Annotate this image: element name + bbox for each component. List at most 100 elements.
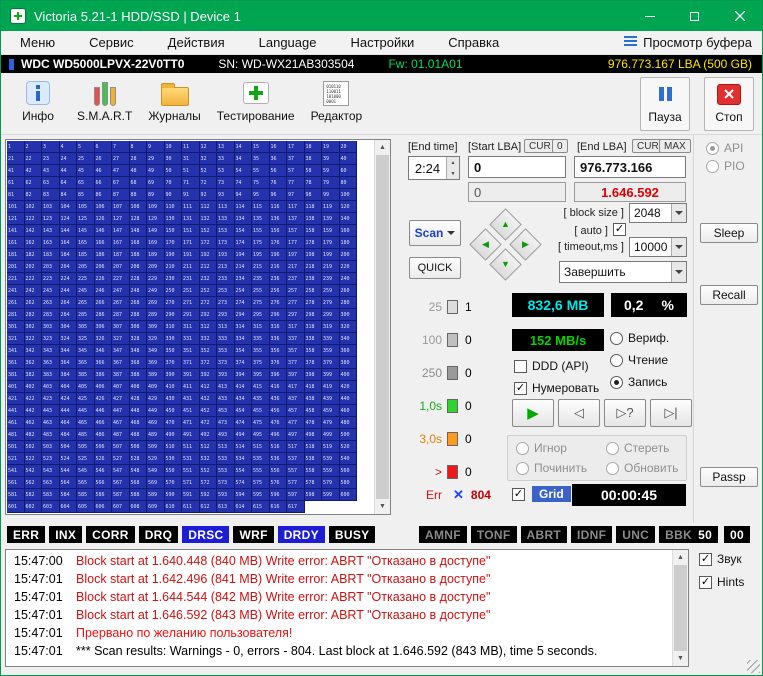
scan-block: 49 <box>147 165 165 177</box>
ignore-radio[interactable]: Игнор <box>516 441 567 455</box>
log-scroll-up-icon[interactable]: ▲ <box>673 550 688 565</box>
repair-radio-circle[interactable] <box>516 462 529 475</box>
timeout-dropdown-icon[interactable] <box>671 238 686 256</box>
info-button[interactable]: Инфо <box>7 77 69 131</box>
journals-button[interactable]: Журналы <box>140 77 208 131</box>
menu-item-5[interactable]: Справка <box>431 31 516 54</box>
recall-button[interactable]: Recall <box>700 285 758 305</box>
hints-checkbox[interactable]: Hints <box>699 575 744 589</box>
start-lba-cur-button[interactable]: CUR <box>524 139 556 153</box>
start-lba-input[interactable]: 0 <box>468 156 566 178</box>
scan-button[interactable]: Scan <box>409 220 461 246</box>
scan-block: 221 <box>7 273 25 285</box>
sleep-button[interactable]: Sleep <box>700 223 758 243</box>
menu-item-0[interactable]: Меню <box>3 31 72 54</box>
scroll-down-icon[interactable]: ▼ <box>375 499 390 514</box>
scroll-up-icon[interactable]: ▲ <box>375 140 390 155</box>
grid-checkbox-box[interactable] <box>512 488 525 501</box>
ddd-api-checkbox[interactable]: DDD (API) <box>514 359 589 373</box>
scan-block: 530 <box>165 453 183 465</box>
read-radio-circle[interactable] <box>610 354 623 367</box>
start-lba-zero-button[interactable]: 0 <box>552 139 568 153</box>
pio-radio[interactable]: PIO <box>706 159 745 173</box>
pause-button[interactable]: Пауза <box>640 77 690 131</box>
scan-block: 603 <box>42 501 60 513</box>
pio-radio-circle[interactable] <box>706 160 719 173</box>
resize-grip[interactable] <box>747 660 760 673</box>
quick-button[interactable]: QUICK <box>409 257 461 279</box>
close-button[interactable] <box>717 1 762 31</box>
scan-block: 302 <box>25 321 43 333</box>
numerate-checkbox[interactable]: Нумеровать <box>514 381 599 395</box>
scan-block: 162 <box>25 237 43 249</box>
repair-radio[interactable]: Починить <box>516 461 587 475</box>
end-lba-max-button[interactable]: MAX <box>659 139 691 153</box>
device-marker-icon <box>9 59 14 70</box>
sound-checkbox[interactable]: Звук <box>699 552 742 566</box>
api-radio-circle[interactable] <box>706 142 719 155</box>
auto-checkbox[interactable] <box>613 223 626 236</box>
testing-button[interactable]: Тестирование <box>209 77 303 131</box>
write-radio-circle[interactable] <box>610 376 623 389</box>
numerate-box[interactable] <box>514 382 527 395</box>
end-time-value: 2:24 <box>409 161 446 176</box>
log-scrollbar[interactable]: ▲ ▼ <box>672 550 688 666</box>
finish-action-dropdown-icon[interactable] <box>671 262 686 282</box>
legend-count: 0 <box>465 432 472 446</box>
minimize-button[interactable] <box>627 1 672 31</box>
block-size-dropdown-icon[interactable] <box>671 204 686 222</box>
write-radio[interactable]: Запись <box>610 375 667 389</box>
start-button[interactable]: ▶ <box>512 399 554 427</box>
smart-button[interactable]: S.M.A.R.T <box>69 77 140 131</box>
close-icon <box>735 11 745 21</box>
sound-checkbox-box[interactable] <box>699 553 712 566</box>
finish-action-select[interactable]: Завершить <box>559 261 687 283</box>
play-icon: ▶ <box>527 404 539 422</box>
scrollbar-thumb[interactable] <box>376 155 389 499</box>
status-flag-drdy: DRDY <box>278 526 325 543</box>
scan-block: 269 <box>147 297 165 309</box>
scan-block: 378 <box>305 357 323 369</box>
step-back-button[interactable]: ◁ <box>558 399 600 427</box>
ignore-radio-circle[interactable] <box>516 442 529 455</box>
erase-radio-circle[interactable] <box>606 442 619 455</box>
skip-question-button[interactable]: ▷? <box>604 399 646 427</box>
menu-item-4[interactable]: Настройки <box>333 31 431 54</box>
error-flag-tonf: TONF <box>471 526 517 543</box>
end-lba-input[interactable]: 976.773.166 <box>574 156 686 178</box>
hints-checkbox-box[interactable] <box>699 576 712 589</box>
scan-block: 85 <box>77 189 95 201</box>
scan-block: 317 <box>287 321 305 333</box>
passport-button[interactable]: Passp <box>700 467 758 487</box>
spin-up-icon[interactable]: ▲ <box>447 157 459 168</box>
end-time-input[interactable]: 2:24 ▲ ▼ <box>408 156 460 180</box>
end-time-spinner[interactable]: ▲ ▼ <box>446 157 459 179</box>
log-scrollbar-thumb[interactable] <box>674 565 687 651</box>
refresh-radio[interactable]: Обновить <box>606 461 678 475</box>
spin-down-icon[interactable]: ▼ <box>447 168 459 179</box>
grid-checkbox[interactable] <box>512 488 525 501</box>
scan-block: 397 <box>287 369 305 381</box>
stop-button[interactable]: Стоп <box>704 77 754 131</box>
verify-radio-circle[interactable] <box>610 332 623 345</box>
block-size-select[interactable]: 2048 <box>629 203 687 223</box>
log-scroll-down-icon[interactable]: ▼ <box>673 651 688 666</box>
menu-item-2[interactable]: Действия <box>151 31 242 54</box>
editor-button[interactable]: 010110 110011 101000 0001 Редактор <box>303 77 371 131</box>
scan-block: 313 <box>217 321 235 333</box>
menu-item-3[interactable]: Language <box>242 31 334 54</box>
read-radio[interactable]: Чтение <box>610 353 668 367</box>
erase-radio[interactable]: Стереть <box>606 441 669 455</box>
maximize-button[interactable] <box>672 1 717 31</box>
scan-map-scrollbar[interactable]: ▲ ▼ <box>374 140 390 514</box>
scan-block: 157 <box>287 225 305 237</box>
api-radio[interactable]: API <box>706 141 743 155</box>
verify-radio[interactable]: Вериф. <box>610 331 669 345</box>
scan-block: 291 <box>182 309 200 321</box>
timeout-select[interactable]: 10000 <box>629 237 687 257</box>
menu-item-1[interactable]: Сервис <box>72 31 151 54</box>
ddd-api-box[interactable] <box>514 360 527 373</box>
buffer-view-button[interactable]: Просмотр буфера <box>624 35 752 50</box>
skip-end-button[interactable]: ▷| <box>650 399 692 427</box>
refresh-radio-circle[interactable] <box>606 462 619 475</box>
